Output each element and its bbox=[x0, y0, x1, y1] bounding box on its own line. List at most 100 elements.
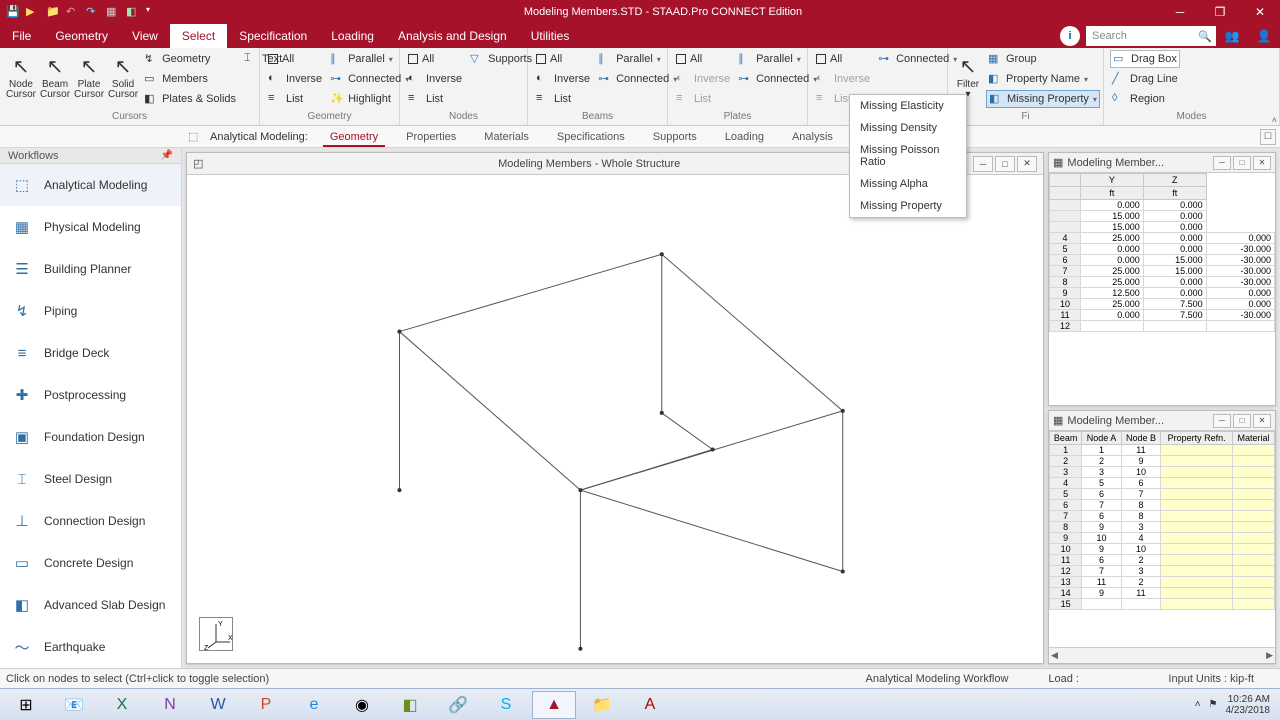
workflow-item-analytical-modeling[interactable]: ⬚Analytical Modeling bbox=[0, 164, 181, 206]
workflow-item-foundation-design[interactable]: ▣Foundation Design bbox=[0, 416, 181, 458]
drag-box-button[interactable]: ▭Drag Box bbox=[1110, 50, 1180, 68]
qa-undo-icon[interactable]: ↶ bbox=[66, 5, 80, 19]
workflow-item-concrete-design[interactable]: ▭Concrete Design bbox=[0, 542, 181, 584]
members-cursor-button[interactable]: ▭Members bbox=[142, 70, 238, 88]
qa-folder-icon[interactable]: 📁 bbox=[46, 5, 60, 19]
beam-cursor-button[interactable]: ↖BeamCursor bbox=[38, 50, 72, 111]
dd-missing-density[interactable]: Missing Density bbox=[850, 117, 966, 139]
search-box[interactable]: Search 🔍 bbox=[1086, 26, 1216, 46]
taskbar[interactable]: ⊞ 📧 X N W P e ◉ ◧ 🔗 S ▲ 📁 A ˄ ⚑ 10:26 AM… bbox=[0, 688, 1280, 720]
tab-view[interactable]: View bbox=[120, 24, 170, 48]
beams-close-button[interactable]: ✕ bbox=[1253, 414, 1271, 428]
plates-parallel-button[interactable]: ∥Parallel bbox=[736, 50, 819, 68]
nodes-inverse-button[interactable]: ◐Inverse bbox=[406, 70, 464, 88]
solid-cursor-button[interactable]: ↖SolidCursor bbox=[106, 50, 140, 111]
subtab-analysis[interactable]: Analysis bbox=[778, 126, 847, 147]
connect-button[interactable]: 👥 bbox=[1220, 24, 1244, 48]
qa-plates-icon[interactable]: ◧ bbox=[126, 5, 140, 19]
subtab-specifications[interactable]: Specifications bbox=[543, 126, 639, 147]
start-button[interactable]: ⊞ bbox=[4, 691, 48, 719]
draw-min-button[interactable]: ─ bbox=[973, 156, 993, 172]
workflow-item-earthquake[interactable]: 〜Earthquake bbox=[0, 626, 181, 668]
workflow-item-steel-design[interactable]: ⌶Steel Design bbox=[0, 458, 181, 500]
draw-close-button[interactable]: ✕ bbox=[1017, 156, 1037, 172]
geom-all-button[interactable]: All bbox=[266, 50, 324, 68]
search-icon[interactable]: 🔍 bbox=[1198, 30, 1212, 43]
dd-missing-poisson[interactable]: Missing Poisson Ratio bbox=[850, 139, 966, 173]
missing-property-button[interactable]: ◧Missing Property bbox=[986, 90, 1100, 108]
nodes-table[interactable]: YZftft0.0000.00015.0000.00015.0000.00042… bbox=[1049, 173, 1275, 332]
solids-inverse-button[interactable]: ◐Inverse bbox=[814, 70, 872, 88]
qa-save-icon[interactable]: 💾 bbox=[6, 5, 20, 19]
tb-powerpoint-icon[interactable]: P bbox=[244, 691, 288, 719]
tab-loading[interactable]: Loading bbox=[319, 24, 386, 48]
beams-all-button[interactable]: All bbox=[534, 50, 592, 68]
geom-list-button[interactable]: ≡List bbox=[266, 90, 324, 108]
info-button[interactable]: i bbox=[1060, 26, 1080, 46]
tb-acrobat-icon[interactable]: A bbox=[628, 691, 672, 719]
beams-hscroll[interactable]: ◀▶ bbox=[1049, 647, 1275, 663]
quick-access-toolbar[interactable]: 💾 ▶ 📁 ↶ ↷ ▦ ◧ ▾ bbox=[0, 5, 166, 19]
solids-connected-button[interactable]: ⊶Connected bbox=[876, 50, 959, 68]
workflow-item-advanced-slab-design[interactable]: ◧Advanced Slab Design bbox=[0, 584, 181, 626]
pin-icon[interactable]: 📌 bbox=[161, 150, 173, 161]
drawing-canvas[interactable]: YXZ bbox=[187, 175, 1043, 663]
geom-connected-button[interactable]: ⊶Connected bbox=[328, 70, 411, 88]
tab-analysis-design[interactable]: Analysis and Design bbox=[386, 24, 519, 48]
property-name-button[interactable]: ◧Property Name bbox=[986, 70, 1100, 88]
subtab-geometry[interactable]: Geometry bbox=[316, 126, 392, 147]
dd-missing-alpha[interactable]: Missing Alpha bbox=[850, 173, 966, 195]
geom-inverse-button[interactable]: ◐Inverse bbox=[266, 70, 324, 88]
qa-more-icon[interactable]: ▾ bbox=[146, 5, 160, 19]
subtab-properties[interactable]: Properties bbox=[392, 126, 470, 147]
qa-nodes-icon[interactable]: ▦ bbox=[106, 5, 120, 19]
missing-property-dropdown[interactable]: Missing Elasticity Missing Density Missi… bbox=[849, 94, 967, 218]
geom-parallel-button[interactable]: ∥Parallel bbox=[328, 50, 411, 68]
dd-missing-property[interactable]: Missing Property bbox=[850, 195, 966, 217]
workflow-item-physical-modeling[interactable]: ▦Physical Modeling bbox=[0, 206, 181, 248]
beams-connected-button[interactable]: ⊶Connected bbox=[596, 70, 679, 88]
plate-cursor-button[interactable]: ↖PlateCursor bbox=[72, 50, 106, 111]
close-button[interactable]: ✕ bbox=[1240, 0, 1280, 24]
drag-line-button[interactable]: ╱Drag Line bbox=[1110, 70, 1180, 88]
tb-ie-icon[interactable]: e bbox=[292, 691, 336, 719]
beams-max-button[interactable]: □ bbox=[1233, 414, 1251, 428]
workflow-item-postprocessing[interactable]: ✚Postprocessing bbox=[0, 374, 181, 416]
tb-app2-icon[interactable]: 🔗 bbox=[436, 691, 480, 719]
nodes-min-button[interactable]: ─ bbox=[1213, 156, 1231, 170]
geometry-cursor-button[interactable]: ↯Geometry bbox=[142, 50, 238, 68]
subtab-loading[interactable]: Loading bbox=[711, 126, 778, 147]
maximize-button[interactable]: ❐ bbox=[1200, 0, 1240, 24]
tb-excel-icon[interactable]: X bbox=[100, 691, 144, 719]
draw-max-button[interactable]: □ bbox=[995, 156, 1015, 172]
user-button[interactable]: 👤 bbox=[1252, 24, 1276, 48]
group-button[interactable]: ▦Group bbox=[986, 50, 1100, 68]
tab-select[interactable]: Select bbox=[170, 24, 227, 48]
region-button[interactable]: ◊Region bbox=[1110, 90, 1180, 108]
plates-connected-button[interactable]: ⊶Connected bbox=[736, 70, 819, 88]
node-cursor-button[interactable]: ↖NodeCursor bbox=[4, 50, 38, 111]
tray-flag-icon[interactable]: ⚑ bbox=[1209, 699, 1218, 710]
solids-all-button[interactable]: All bbox=[814, 50, 872, 68]
tb-outlook-icon[interactable]: 📧 bbox=[52, 691, 96, 719]
nodes-all-button[interactable]: All bbox=[406, 50, 464, 68]
tb-app1-icon[interactable]: ◧ bbox=[388, 691, 432, 719]
workflow-item-connection-design[interactable]: ⊥Connection Design bbox=[0, 500, 181, 542]
workflow-item-piping[interactable]: ↯Piping bbox=[0, 290, 181, 332]
subtab-supports[interactable]: Supports bbox=[639, 126, 711, 147]
qa-redo-icon[interactable]: ↷ bbox=[86, 5, 100, 19]
workflow-item-building-planner[interactable]: ☰Building Planner bbox=[0, 248, 181, 290]
plates-list-button[interactable]: ≡List bbox=[674, 90, 732, 108]
minimize-button[interactable]: ─ bbox=[1160, 0, 1200, 24]
plates-all-button[interactable]: All bbox=[674, 50, 732, 68]
nodes-close-button[interactable]: ✕ bbox=[1253, 156, 1271, 170]
plates-solids-cursor-button[interactable]: ◧Plates & Solids bbox=[142, 90, 238, 108]
tb-word-icon[interactable]: W bbox=[196, 691, 240, 719]
tb-staad-icon[interactable]: ▲ bbox=[532, 691, 576, 719]
tb-chrome-icon[interactable]: ◉ bbox=[340, 691, 384, 719]
ribbon-collapse-icon[interactable]: ˄ bbox=[1272, 115, 1277, 125]
nodes-max-button[interactable]: □ bbox=[1233, 156, 1251, 170]
tab-geometry[interactable]: Geometry bbox=[43, 24, 120, 48]
tb-onenote-icon[interactable]: N bbox=[148, 691, 192, 719]
tb-skype-icon[interactable]: S bbox=[484, 691, 528, 719]
